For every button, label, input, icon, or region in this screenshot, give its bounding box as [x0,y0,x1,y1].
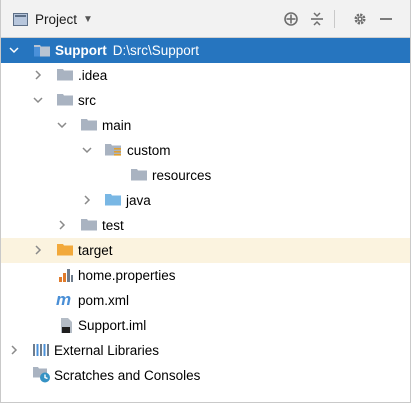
project-view-icon [13,12,28,26]
chevron-right-icon[interactable] [32,244,44,256]
source-folder-icon [105,193,121,207]
tree-item-label: .idea [78,68,108,83]
iml-file-icon [59,317,75,333]
maven-file-icon: m [56,290,76,309]
tree-item-label: External Libraries [54,343,160,358]
tree-item-label: home.properties [78,268,176,283]
tool-window-header: Project ▼ [1,0,410,38]
folder-icon [57,68,73,82]
tree-item-label: pom.xml [78,293,130,308]
tree-item-home-properties[interactable]: home.properties [1,263,410,288]
svg-text:m: m [56,291,71,307]
chevron-right-icon[interactable] [81,194,93,206]
tree-item-external-libraries[interactable]: External Libraries [1,338,410,363]
settings-icon[interactable] [349,8,371,30]
collapse-all-icon[interactable] [306,8,328,30]
properties-file-icon [58,267,74,282]
project-tool-window: Project ▼ Support D:\src\Support .idea s… [0,0,411,403]
tree-item-label: Scratches and Consoles [54,368,201,383]
chevron-right-icon[interactable] [8,344,20,356]
tree-item-label: Support.iml [78,318,147,333]
view-selector-dropdown[interactable]: Project ▼ [13,9,93,29]
tree-item-test[interactable]: test [1,213,410,238]
tree-item-label: target [78,243,113,258]
tree-item-main[interactable]: main [1,113,410,138]
folder-icon [57,93,73,107]
chevron-down-icon[interactable] [32,94,44,106]
tree-item-custom[interactable]: custom [1,138,410,163]
tree-item-label: custom [127,143,171,158]
scratches-icon [33,366,50,383]
chevron-down-icon[interactable] [56,119,68,131]
folder-icon [81,218,97,232]
tree-item-java[interactable]: java [1,188,410,213]
header-divider [334,10,335,28]
tree-item-support-iml[interactable]: Support.iml [1,313,410,338]
hide-icon[interactable] [375,8,397,30]
chevron-down-icon: ▼ [83,13,93,25]
tree-item-scratches-and-consoles[interactable]: Scratches and Consoles [1,363,410,388]
resource-root-folder-icon [105,143,121,157]
view-selector-label: Project [35,11,78,27]
folder-icon [81,118,97,132]
chevron-right-icon[interactable] [56,219,68,231]
excluded-folder-icon [57,243,73,257]
chevron-right-icon[interactable] [32,69,44,81]
tree-item-support[interactable]: Support D:\src\Support [1,38,410,63]
folder-icon [131,168,147,182]
tree-item-label: main [102,118,132,133]
tree-item-pom-xml[interactable]: m pom.xml [1,288,410,313]
module-folder-icon [34,43,50,57]
chevron-down-icon[interactable] [8,44,20,56]
tree-item-idea[interactable]: .idea [1,63,410,88]
tree-item-src[interactable]: src [1,88,410,113]
tree-item-label: Support [55,43,107,58]
module-path: D:\src\Support [112,43,200,58]
locate-icon[interactable] [280,8,302,30]
tree-item-label: resources [152,168,212,183]
tree-item-target[interactable]: target [1,238,410,263]
tree-item-label: test [102,218,124,233]
chevron-down-icon[interactable] [81,144,93,156]
tree-item-resources[interactable]: resources [1,163,410,188]
libraries-icon [32,342,49,356]
tree-item-label: java [126,193,151,208]
tree-item-label: src [78,93,96,108]
